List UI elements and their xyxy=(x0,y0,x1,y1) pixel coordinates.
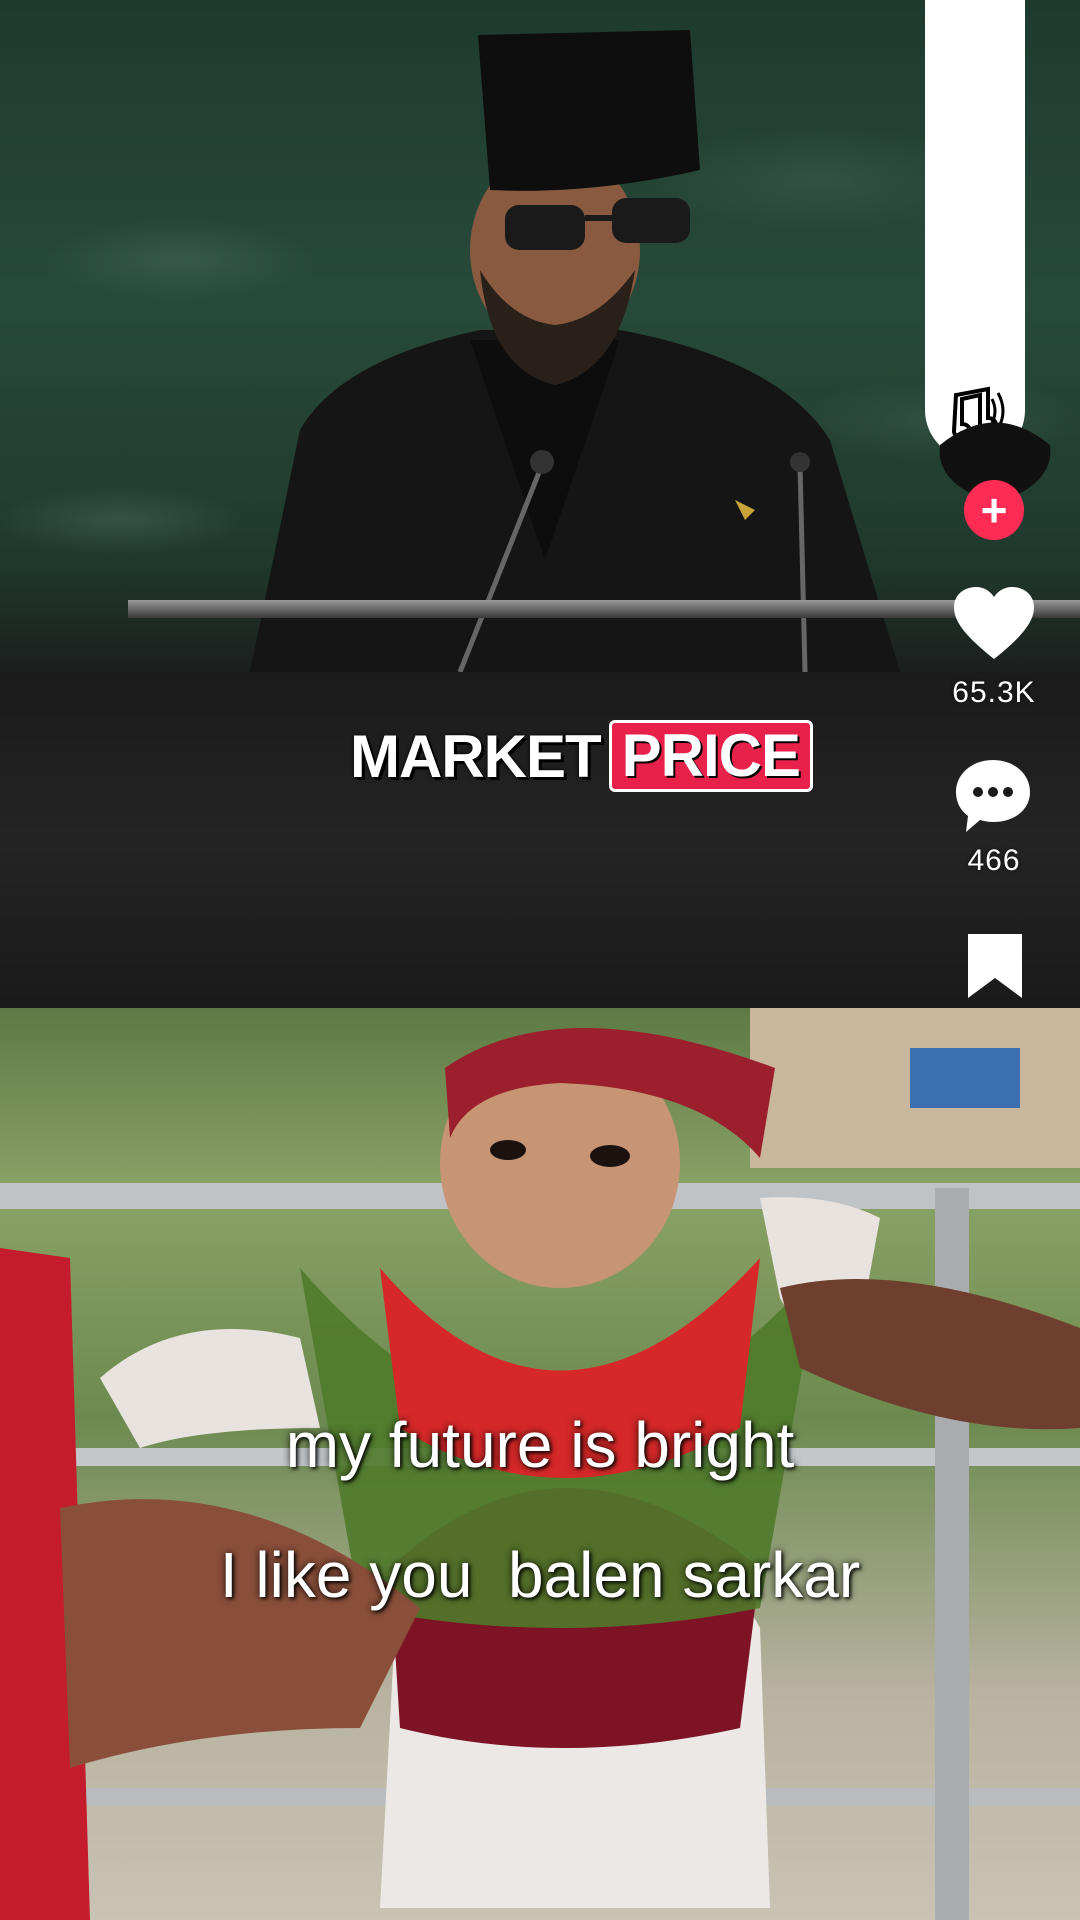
heart-icon[interactable] xyxy=(952,585,1036,663)
speaker-figure xyxy=(250,30,900,672)
comment-count: 466 xyxy=(967,844,1021,877)
video-overlay-title: MARKET PRICE xyxy=(350,716,814,796)
overlay-title-price: PRICE xyxy=(608,720,814,792)
caption-line-1: my future is bright xyxy=(285,1409,795,1481)
bookmark-icon[interactable] xyxy=(964,930,1026,1000)
overlay-title-market: MARKET xyxy=(350,722,602,790)
like-count: 65.3K xyxy=(952,676,1036,709)
top-video-panel[interactable]: MARKET PRICE xyxy=(0,0,1080,1008)
podium-rail xyxy=(128,600,1080,618)
caption-line-2: I like you balen sarkar xyxy=(219,1539,861,1611)
follow-button[interactable]: + xyxy=(964,480,1024,540)
comment-bubble-icon[interactable] xyxy=(952,756,1034,836)
